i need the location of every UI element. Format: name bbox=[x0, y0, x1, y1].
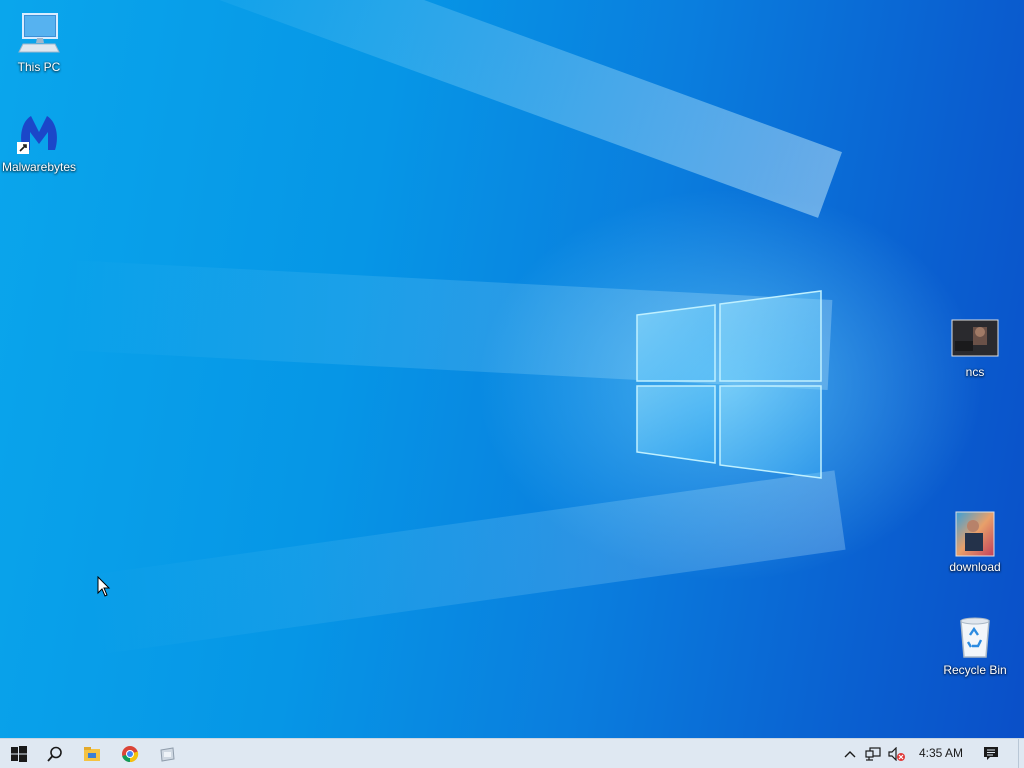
wallpaper-light-beam bbox=[141, 0, 842, 218]
taskbar-app[interactable] bbox=[148, 739, 186, 768]
app-window-icon bbox=[160, 746, 175, 762]
desktop-icon-ncs[interactable]: ncs bbox=[935, 315, 1015, 379]
taskbar: 4:35 AM bbox=[0, 738, 1024, 768]
desktop-icon-label: This PC bbox=[17, 60, 61, 74]
taskbar-chrome[interactable] bbox=[111, 739, 149, 768]
taskbar-file-explorer[interactable] bbox=[73, 739, 111, 768]
network-icon bbox=[865, 746, 881, 761]
desktop-icon-label: Malwarebytes bbox=[1, 160, 77, 174]
wallpaper-light-beam bbox=[81, 470, 846, 656]
computer-monitor-icon bbox=[18, 13, 60, 53]
malwarebytes-icon bbox=[17, 116, 57, 154]
action-center-button[interactable] bbox=[978, 739, 1004, 768]
volume-button[interactable] bbox=[885, 739, 909, 768]
desktop-icon-malwarebytes[interactable]: Malwarebytes bbox=[0, 110, 79, 174]
desktop-icon-download[interactable]: download bbox=[935, 510, 1015, 574]
clock[interactable]: 4:35 AM bbox=[912, 739, 970, 768]
image-thumbnail-icon bbox=[951, 319, 999, 357]
desktop-icon-label: download bbox=[949, 560, 1001, 574]
search-icon bbox=[47, 746, 62, 762]
desktop-icon-this-pc[interactable]: This PC bbox=[0, 10, 79, 74]
action-center-icon bbox=[984, 747, 998, 760]
recycle-bin-icon bbox=[960, 617, 990, 658]
mouse-cursor-icon bbox=[97, 576, 111, 597]
network-status-button[interactable] bbox=[862, 739, 884, 768]
file-explorer-icon bbox=[84, 746, 100, 761]
desktop-icon-recycle-bin[interactable]: Recycle Bin bbox=[935, 613, 1015, 677]
volume-muted-icon bbox=[888, 746, 905, 761]
image-thumbnail-icon bbox=[955, 511, 995, 557]
search-button[interactable] bbox=[36, 739, 74, 768]
desktop-icon-label: ncs bbox=[965, 365, 985, 379]
desktop-icon-label: Recycle Bin bbox=[943, 663, 1007, 677]
chrome-icon bbox=[122, 745, 139, 762]
desktop[interactable]: This PC Malwarebytes ncs download Recycl… bbox=[0, 0, 1024, 738]
wallpaper-windows-logo bbox=[636, 290, 822, 479]
show-hidden-icons-button[interactable] bbox=[840, 739, 860, 768]
chevron-up-icon bbox=[844, 750, 856, 757]
show-desktop-button[interactable] bbox=[1018, 739, 1024, 768]
windows-logo-icon bbox=[11, 745, 27, 762]
start-button[interactable] bbox=[0, 739, 38, 768]
